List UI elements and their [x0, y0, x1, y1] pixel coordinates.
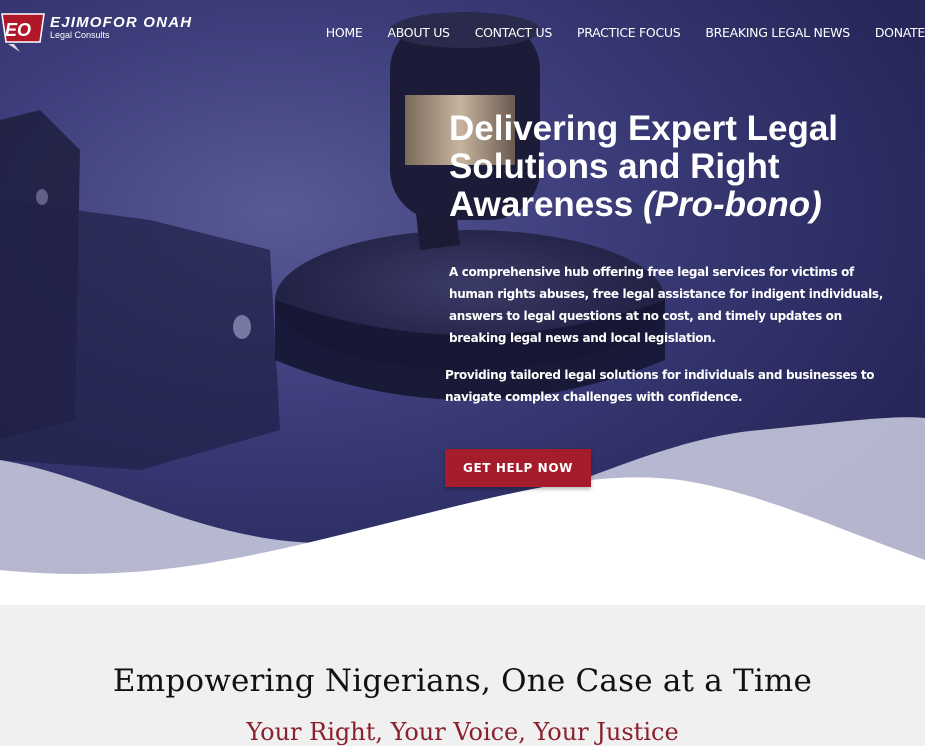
hero-title: Delivering Expert Legal Solutions and Ri…	[449, 110, 889, 224]
nav-item-breaking-legal-news[interactable]: BREAKING LEGAL NEWS	[705, 25, 850, 40]
section-subtitle: Your Right, Your Voice, Your Justice	[246, 718, 679, 746]
nav-item-home[interactable]: HOME	[326, 25, 363, 40]
section-title: Empowering Nigerians, One Case at a Time	[112, 663, 813, 699]
hero-title-emphasis: (Pro-bono)	[642, 185, 822, 224]
intro-section: Empowering Nigerians, One Case at a Time…	[0, 605, 925, 746]
get-help-now-button[interactable]: GET HELP NOW	[445, 449, 591, 487]
hero-description: A comprehensive hub offering free legal …	[449, 265, 883, 345]
nav-item-practice-focus[interactable]: PRACTICE FOCUS	[577, 25, 681, 40]
logo-mark: EO	[5, 20, 32, 40]
site-logo[interactable]: EO EJIMOFOR ONAH Legal Consults	[0, 8, 191, 54]
main-nav: HOME ABOUT US CONTACT US PRACTICE FOCUS …	[301, 25, 925, 40]
hero-section: EO EJIMOFOR ONAH Legal Consults HOME ABO…	[0, 0, 925, 605]
logo-subtitle: Legal Consults	[50, 30, 110, 40]
hero-tagline: Providing tailored legal solutions for i…	[445, 368, 875, 404]
nav-item-donate[interactable]: DONATE	[875, 25, 925, 40]
nav-item-about-us[interactable]: ABOUT US	[388, 25, 450, 40]
nav-item-contact-us[interactable]: CONTACT US	[475, 25, 553, 40]
logo-name: EJIMOFOR ONAH	[50, 14, 193, 31]
